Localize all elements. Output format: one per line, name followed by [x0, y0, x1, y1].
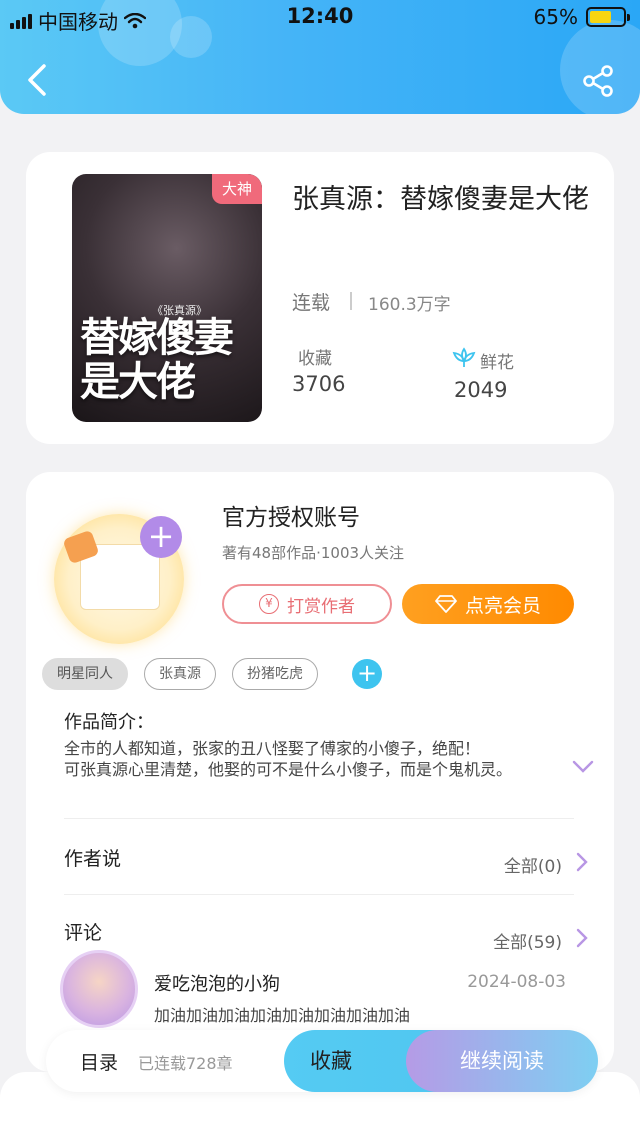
status-right: 65% [533, 5, 630, 29]
favorites-value: 3706 [292, 372, 346, 396]
comment-date: 2024-08-03 [467, 972, 566, 992]
intro-text[interactable]: 全市的人都知道，张家的丑八怪娶了傅家的小傻子，绝配！ 可张真源心里清楚，他娶的可… [64, 738, 544, 780]
flowers-value: 2049 [454, 378, 508, 402]
tag-list: 明星同人 张真源 扮猪吃虎 + [42, 658, 382, 690]
follow-plus-icon[interactable]: + [140, 516, 182, 558]
author-says-title: 作者说 [64, 848, 122, 870]
tip-author-label: 打赏作者 [287, 596, 355, 617]
flowers-label: 鲜花 [480, 353, 514, 373]
battery-fill [590, 11, 611, 23]
share-icon[interactable] [582, 64, 616, 98]
toc-button[interactable]: 目录 [80, 1048, 118, 1075]
author-says-more[interactable]: 全部(0) [504, 852, 562, 877]
vip-label: 点亮会员 [464, 594, 541, 617]
book-title: 张真源：替嫁傻妻是大佬 [292, 184, 589, 215]
add-tag-icon[interactable]: + [352, 659, 382, 689]
battery-percent: 65% [533, 5, 578, 29]
commenter-avatar[interactable] [60, 950, 138, 1028]
divider [64, 894, 574, 895]
header: 中国移动 12:40 65% [0, 0, 640, 114]
comments-title: 评论 [64, 922, 103, 944]
chevron-right-icon[interactable] [576, 852, 588, 872]
intro-line: 可张真源心里清楚，他娶的可不是什么小傻子，而是个鬼机灵。 [64, 760, 513, 779]
book-status: 连载 [292, 292, 331, 314]
chevron-right-icon[interactable] [576, 928, 588, 948]
commenter-name[interactable]: 爱吃泡泡的小狗 [154, 970, 280, 996]
author-name[interactable]: 官方授权账号 [222, 498, 360, 532]
diamond-icon [435, 595, 457, 613]
favorites-label: 收藏 [298, 349, 332, 369]
battery-icon [586, 7, 630, 27]
word-count: 160.3万字 [368, 295, 451, 315]
back-arrow-icon[interactable] [22, 62, 52, 98]
tip-author-button[interactable]: ¥ 打赏作者 [222, 584, 392, 624]
author-meta: 著有48部作品·1003人关注 [222, 544, 405, 562]
comment-text: 加油加油加油加油加油加油加油加油 [154, 1006, 411, 1025]
vip-button[interactable]: 点亮会员 [402, 584, 574, 624]
grade-badge: 大神 [212, 174, 262, 204]
divider [64, 818, 574, 819]
tag-item[interactable]: 张真源 [144, 658, 216, 690]
continue-reading-button[interactable]: 继续阅读 [406, 1030, 598, 1092]
intro-line: 全市的人都知道，张家的丑八怪娶了傅家的小傻子，绝配！ [64, 739, 481, 758]
details-card: + 官方授权账号 著有48部作品·1003人关注 ¥ 打赏作者 点亮会员 明星同… [26, 472, 614, 1072]
tag-item[interactable]: 明星同人 [42, 658, 128, 690]
divider [350, 292, 352, 310]
flower-icon [452, 347, 476, 367]
yuan-icon: ¥ [259, 594, 279, 614]
status-bar: 中国移动 12:40 65% [0, 0, 640, 34]
cover-title: 替嫁傻妻是大佬 [80, 314, 234, 405]
comments-more[interactable]: 全部(59) [493, 928, 562, 953]
intro-label: 作品简介： [64, 712, 154, 733]
tag-item[interactable]: 扮猪吃虎 [232, 658, 318, 690]
chapter-count: 已连载728章 [138, 1054, 233, 1073]
book-cover[interactable]: 大神 《张真源》 替嫁傻妻是大佬 [72, 174, 262, 422]
chevron-down-icon[interactable] [572, 760, 594, 774]
book-info-card: 大神 《张真源》 替嫁傻妻是大佬 张真源：替嫁傻妻是大佬 连载 160.3万字 … [26, 152, 614, 444]
bottom-action-bar: 目录 已连载728章 收藏 继续阅读 [46, 1030, 598, 1092]
